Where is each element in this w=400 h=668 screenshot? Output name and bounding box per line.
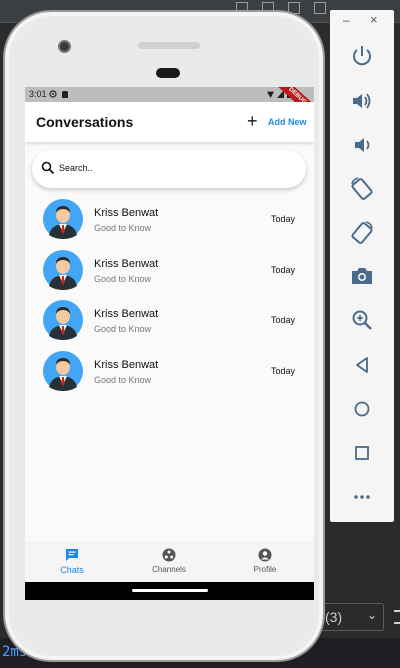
ide-layout-icon[interactable]: [314, 2, 326, 14]
tab-profile[interactable]: Profile: [230, 548, 300, 574]
speaker-grille: [138, 42, 200, 49]
tab-channels[interactable]: Channels: [134, 548, 204, 574]
sdcard-status-icon: [62, 91, 68, 98]
conversation-name: Kriss Benwat: [94, 257, 159, 270]
more-icon[interactable]: [349, 484, 375, 510]
phone-frame: 3:01 DEBUG Conversations + Add New Searc…: [3, 10, 325, 662]
menu-icon[interactable]: [394, 610, 400, 624]
volume-down-icon[interactable]: [349, 132, 375, 158]
avatar: [43, 199, 83, 239]
emulator-titlebar: – ×: [330, 10, 394, 32]
conversation-message: Good to Know: [94, 374, 152, 385]
earpiece: [156, 68, 180, 78]
bottom-navigation: Chats Channels Profile: [25, 542, 314, 582]
conversation-item[interactable]: Kriss Benwat Good to Know Today: [25, 296, 314, 347]
settings-status-icon: [49, 90, 57, 98]
home-icon[interactable]: [349, 396, 375, 422]
tab-label: Channels: [152, 565, 186, 574]
avatar: [43, 350, 83, 391]
wifi-icon: [267, 91, 274, 98]
rotate-left-icon[interactable]: [349, 176, 375, 202]
avatar: [43, 300, 83, 340]
search-bar[interactable]: [32, 150, 306, 188]
zoom-icon[interactable]: [349, 307, 375, 333]
ide-dropdown[interactable]: (3) ⌄: [320, 603, 384, 631]
conversation-message: Good to Know: [94, 223, 152, 233]
camera-lens: [58, 40, 71, 53]
add-new-button[interactable]: Add New: [268, 117, 307, 127]
power-icon[interactable]: [349, 43, 375, 69]
tab-chats[interactable]: Chats: [37, 548, 107, 575]
conversation-item[interactable]: Kriss Benwat Good to Know Today: [25, 347, 314, 398]
status-time: 3:01: [29, 89, 47, 99]
app-bar: Conversations + Add New: [25, 102, 314, 142]
emulator-toolbar: – ×: [330, 10, 394, 522]
tab-label: Chats: [60, 565, 84, 575]
conversation-list: Kriss Benwat Good to Know Today Kriss Be…: [25, 195, 314, 397]
conversation-time: Today: [270, 214, 295, 224]
search-input[interactable]: [59, 163, 259, 173]
system-navigation-bar: [25, 582, 314, 600]
channels-icon: [162, 548, 176, 562]
conversation-message: Good to Know: [94, 273, 152, 284]
conversation-time: Today: [270, 315, 295, 325]
tab-label: Profile: [253, 565, 277, 574]
minimize-button[interactable]: –: [343, 13, 350, 27]
overview-icon[interactable]: [349, 440, 375, 466]
conversation-message: Good to Know: [94, 324, 152, 334]
plus-icon[interactable]: +: [247, 112, 258, 130]
conversation-name: Kriss Benwat: [94, 308, 159, 320]
ide-dropdown-value: (3): [325, 609, 343, 625]
back-icon[interactable]: [349, 352, 375, 378]
close-button[interactable]: ×: [370, 12, 378, 27]
status-bar: 3:01 DEBUG: [25, 87, 314, 122]
conversation-time: Today: [270, 264, 295, 275]
profile-icon: [258, 548, 272, 562]
conversation-time: Today: [270, 365, 295, 376]
conversation-name: Kriss Benwat: [94, 207, 159, 219]
rotate-right-icon[interactable]: [349, 220, 375, 246]
search-icon: [41, 161, 55, 175]
camera-icon[interactable]: [349, 263, 375, 289]
conversation-item[interactable]: Kriss Benwat Good to Know Today: [25, 246, 314, 297]
volume-up-icon[interactable]: [349, 88, 375, 114]
avatar: [43, 249, 83, 290]
page-title: Conversations: [36, 114, 134, 130]
home-indicator[interactable]: [132, 589, 208, 592]
chevron-down-icon: ⌄: [366, 608, 377, 622]
chat-icon: [66, 549, 78, 561]
conversation-item[interactable]: Kriss Benwat Good to Know Today: [25, 195, 314, 246]
conversation-name: Kriss Benwat: [94, 358, 159, 371]
phone-screen: 3:01 DEBUG Conversations + Add New Searc…: [25, 87, 314, 600]
